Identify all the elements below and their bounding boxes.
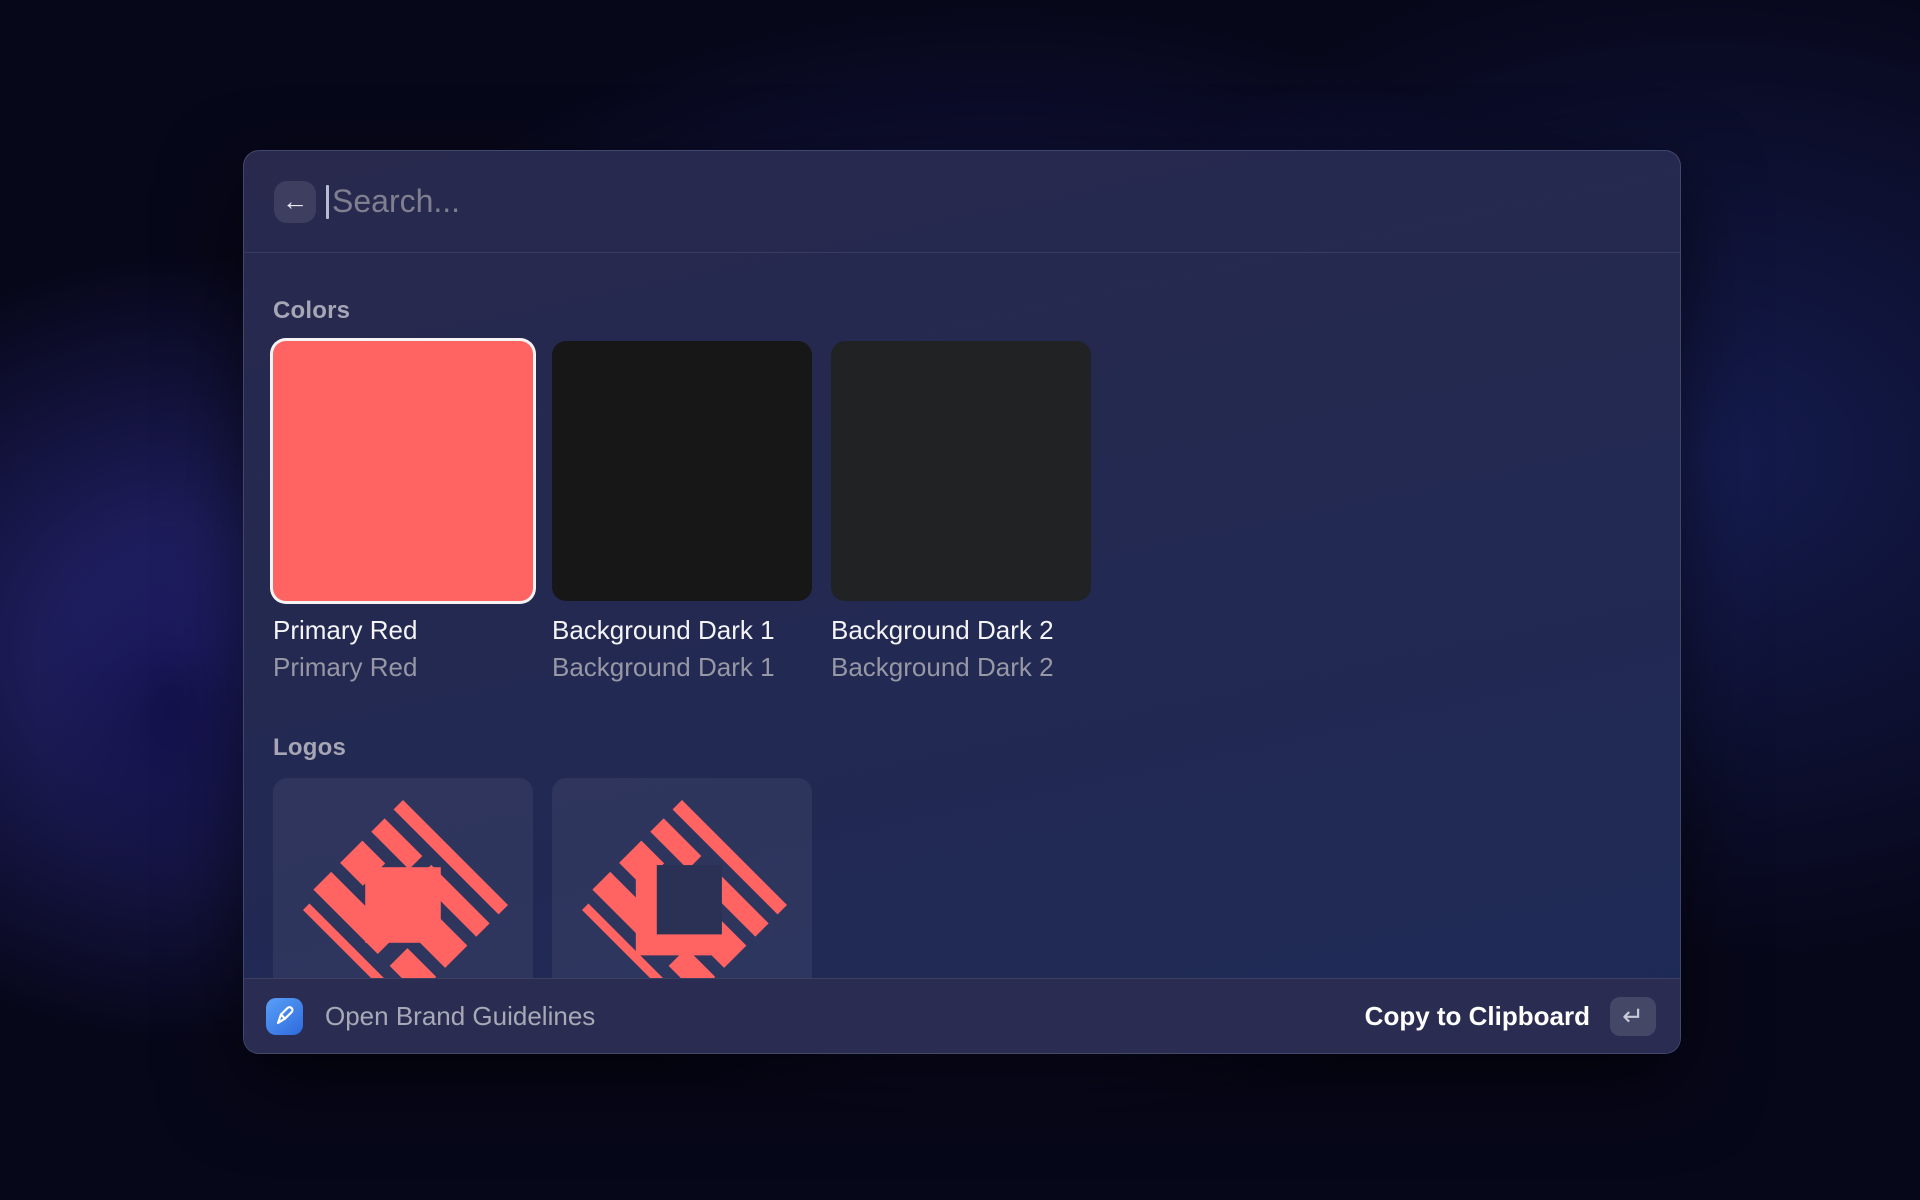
text-cursor bbox=[326, 185, 329, 219]
copy-to-clipboard-label: Copy to Clipboard bbox=[1365, 1001, 1590, 1032]
item-title: Background Dark 1 bbox=[552, 615, 812, 645]
action-bar: Open Brand Guidelines Copy to Clipboard … bbox=[244, 978, 1680, 1053]
open-brand-guidelines-action[interactable]: Open Brand Guidelines bbox=[266, 998, 595, 1035]
back-button[interactable]: ← bbox=[274, 181, 316, 223]
desktop-background: { "window": { "search": { "placeholder":… bbox=[0, 0, 1920, 1200]
results-area: Colors Primary Red Primary Red Backgroun… bbox=[244, 253, 1680, 1053]
color-item-background-dark-2[interactable]: Background Dark 2 Background Dark 2 bbox=[831, 341, 1091, 682]
color-item-background-dark-1[interactable]: Background Dark 1 Background Dark 1 bbox=[552, 341, 812, 682]
section-header-logos: Logos bbox=[273, 734, 1651, 762]
colors-grid: Primary Red Primary Red Background Dark … bbox=[273, 341, 1651, 682]
color-item-primary-red[interactable]: Primary Red Primary Red bbox=[273, 341, 533, 682]
enter-key-icon: ↵ bbox=[1610, 997, 1656, 1036]
search-input[interactable] bbox=[326, 183, 1650, 220]
brush-icon bbox=[266, 998, 303, 1035]
color-swatch-primary-red[interactable] bbox=[273, 341, 533, 601]
item-subtitle: Background Dark 2 bbox=[831, 652, 1091, 682]
item-title: Background Dark 2 bbox=[831, 615, 1091, 645]
search-bar: ← bbox=[244, 151, 1680, 253]
arrow-left-icon: ← bbox=[282, 186, 308, 217]
footer-action-label: Open Brand Guidelines bbox=[325, 1001, 595, 1032]
item-subtitle: Background Dark 1 bbox=[552, 652, 812, 682]
color-swatch-background-dark-2[interactable] bbox=[831, 341, 1091, 601]
command-palette-window: ← Colors Primary Red Primary Red Backgro… bbox=[243, 150, 1681, 1054]
copy-to-clipboard-button[interactable]: Copy to Clipboard ↵ bbox=[1365, 997, 1656, 1036]
section-header-colors: Colors bbox=[273, 297, 1651, 325]
item-title: Primary Red bbox=[273, 615, 533, 645]
color-swatch-background-dark-1[interactable] bbox=[552, 341, 812, 601]
item-subtitle: Primary Red bbox=[273, 652, 533, 682]
search-field-wrap bbox=[326, 178, 1650, 226]
